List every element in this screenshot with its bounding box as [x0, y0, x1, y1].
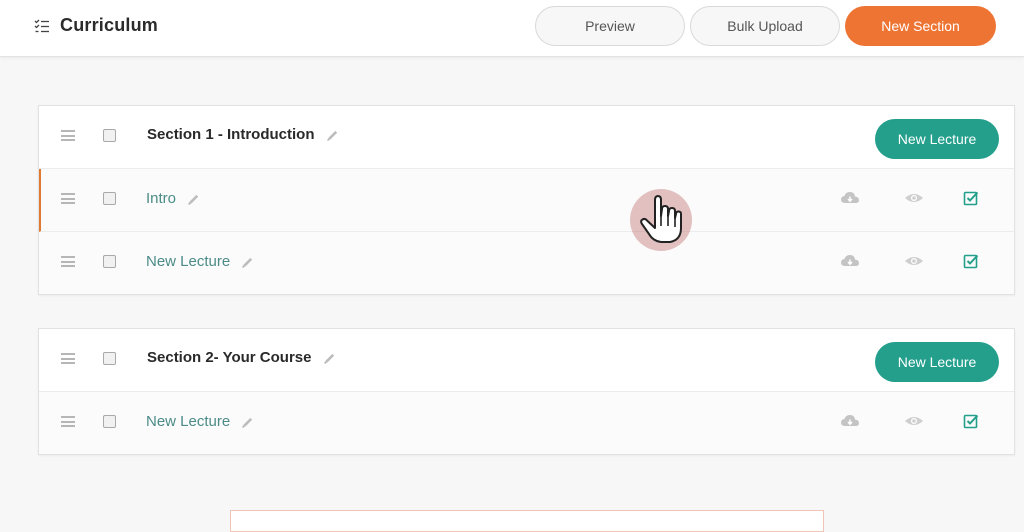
pencil-icon[interactable] [322, 351, 337, 366]
section-card-2: Section 2- Your Course New Lecture New L… [38, 328, 1015, 455]
lecture-title-text: New Lecture [146, 253, 231, 270]
section-title: Section 1 - Introduction [147, 126, 340, 143]
lecture-row[interactable]: Intro [39, 169, 1014, 232]
section-title-text: Section 1 - Introduction [147, 126, 315, 143]
cloud-download-icon[interactable] [840, 190, 860, 206]
eye-icon[interactable] [904, 190, 924, 206]
new-lecture-button[interactable]: New Lecture [875, 342, 999, 382]
new-section-button[interactable]: New Section [845, 6, 996, 46]
eye-icon[interactable] [904, 253, 924, 269]
checkbox-checked-icon[interactable] [963, 413, 979, 429]
eye-icon[interactable] [904, 413, 924, 429]
pencil-icon[interactable] [240, 415, 255, 430]
lecture-title-text: Intro [146, 190, 177, 207]
lecture-row[interactable]: New Lecture [39, 232, 1014, 294]
lecture-title: Intro [146, 190, 201, 207]
section-select-checkbox[interactable] [103, 129, 116, 142]
page-title-wrap: Curriculum [34, 15, 158, 36]
top-bar: Curriculum Preview Bulk Upload New Secti… [0, 0, 1024, 57]
page-title: Curriculum [60, 15, 159, 35]
checkbox-checked-icon[interactable] [963, 253, 979, 269]
drag-handle-icon[interactable] [61, 256, 75, 267]
new-lecture-button[interactable]: New Lecture [875, 119, 999, 159]
section-title-text: Section 2- Your Course [147, 349, 312, 366]
section-card-1: Section 1 - Introduction New Lecture Int… [38, 105, 1015, 295]
lecture-select-checkbox[interactable] [103, 192, 116, 205]
cloud-download-icon[interactable] [840, 253, 860, 269]
section-title: Section 2- Your Course [147, 349, 337, 366]
lecture-select-checkbox[interactable] [103, 255, 116, 268]
checkbox-checked-icon[interactable] [963, 190, 979, 206]
section-select-checkbox[interactable] [103, 352, 116, 365]
lecture-title: New Lecture [146, 413, 255, 430]
lecture-select-checkbox[interactable] [103, 415, 116, 428]
drag-handle-icon[interactable] [61, 130, 75, 141]
bulk-upload-button[interactable]: Bulk Upload [690, 6, 840, 46]
drag-handle-icon[interactable] [61, 353, 75, 364]
pencil-icon[interactable] [240, 255, 255, 270]
drag-handle-icon[interactable] [61, 416, 75, 427]
lecture-title: New Lecture [146, 253, 255, 270]
hand-cursor-icon [640, 195, 682, 243]
lecture-row[interactable]: New Lecture [39, 392, 1014, 454]
drag-handle-icon[interactable] [61, 193, 75, 204]
preview-button[interactable]: Preview [535, 6, 685, 46]
pencil-icon[interactable] [186, 192, 201, 207]
list-check-icon [34, 19, 49, 32]
section-header-row: Section 1 - Introduction New Lecture [39, 106, 1014, 169]
pencil-icon[interactable] [325, 128, 340, 143]
cloud-download-icon[interactable] [840, 413, 860, 429]
add-section-box[interactable] [230, 510, 824, 532]
section-header-row: Section 2- Your Course New Lecture [39, 329, 1014, 392]
lecture-title-text: New Lecture [146, 413, 231, 430]
